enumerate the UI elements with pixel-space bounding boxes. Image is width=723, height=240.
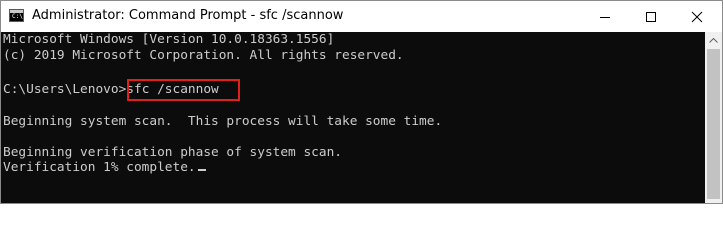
chevron-up-icon	[709, 38, 718, 43]
prompt-path: C:\Users\Lenovo>	[3, 82, 127, 97]
maximize-icon	[646, 12, 656, 22]
scroll-up-button[interactable]	[705, 32, 722, 49]
console-output[interactable]: Microsoft Windows [Version 10.0.18363.15…	[1, 32, 705, 203]
command-prompt-window: C:\ Administrator: Command Prompt - sfc …	[0, 0, 723, 204]
console-line-progress: Verification 1% complete.	[3, 160, 206, 176]
command-highlight-box	[127, 79, 240, 101]
vertical-scrollbar[interactable]	[705, 32, 722, 203]
console-line: Beginning verification phase of system s…	[3, 145, 342, 160]
title-bar[interactable]: C:\ Administrator: Command Prompt - sfc …	[1, 1, 722, 32]
close-button[interactable]	[674, 1, 720, 32]
maximize-button[interactable]	[628, 1, 674, 32]
minimize-icon	[600, 17, 610, 18]
scrollbar-thumb[interactable]	[707, 49, 720, 199]
cmd-icon[interactable]: C:\	[9, 9, 24, 22]
console-line: Beginning system scan. This process will…	[3, 114, 443, 129]
console-line: Microsoft Windows [Version 10.0.18363.15…	[3, 32, 335, 47]
close-icon	[691, 11, 703, 23]
minimize-button[interactable]	[582, 1, 628, 32]
text-cursor	[197, 169, 206, 171]
console-line: (c) 2019 Microsoft Corporation. All righ…	[3, 48, 404, 63]
window-title: Administrator: Command Prompt - sfc /sca…	[32, 8, 344, 23]
progress-text: Verification 1% complete.	[3, 160, 196, 175]
